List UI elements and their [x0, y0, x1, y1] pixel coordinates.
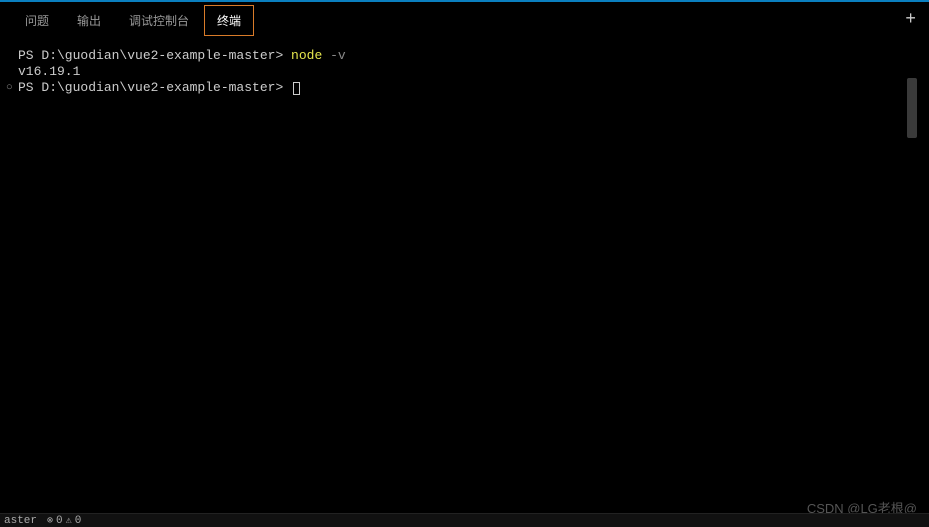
- new-terminal-icon[interactable]: +: [899, 8, 922, 32]
- tab-problems[interactable]: 问题: [12, 5, 62, 36]
- prompt-path: PS D:\guodian\vue2-example-master>: [18, 48, 291, 64]
- scrollbar-thumb[interactable]: [907, 78, 917, 138]
- tab-terminal[interactable]: 终端: [204, 5, 254, 36]
- gutter-marker-icon: ○: [6, 80, 13, 96]
- terminal-line: PS D:\guodian\vue2-example-master> node …: [18, 48, 911, 64]
- branch-label: aster: [4, 515, 37, 527]
- terminal-line: PS D:\guodian\vue2-example-master>: [18, 80, 911, 96]
- status-errors[interactable]: ⊗ 0 ⚠ 0: [47, 515, 81, 527]
- tab-debug-console[interactable]: 调试控制台: [116, 5, 202, 36]
- command-name: node: [291, 48, 322, 64]
- command-flag: -v: [322, 48, 345, 64]
- command-output: v16.19.1: [18, 64, 80, 80]
- terminal-line: v16.19.1: [18, 64, 911, 80]
- error-icon: ⊗: [47, 515, 53, 527]
- tab-output[interactable]: 输出: [64, 5, 114, 36]
- panel-tab-bar: 问题 输出 调试控制台 终端 +: [12, 2, 917, 38]
- status-branch[interactable]: aster: [4, 515, 37, 527]
- warning-count: 0: [75, 515, 82, 527]
- status-bar: aster ⊗ 0 ⚠ 0: [0, 513, 929, 527]
- warning-icon: ⚠: [66, 515, 72, 527]
- terminal-panel: 问题 输出 调试控制台 终端 + PS D:\guodian\vue2-exam…: [0, 2, 929, 527]
- prompt-path: PS D:\guodian\vue2-example-master>: [18, 80, 291, 96]
- cursor-icon: [293, 82, 300, 95]
- error-count: 0: [56, 515, 63, 527]
- terminal-body[interactable]: PS D:\guodian\vue2-example-master> node …: [12, 38, 917, 527]
